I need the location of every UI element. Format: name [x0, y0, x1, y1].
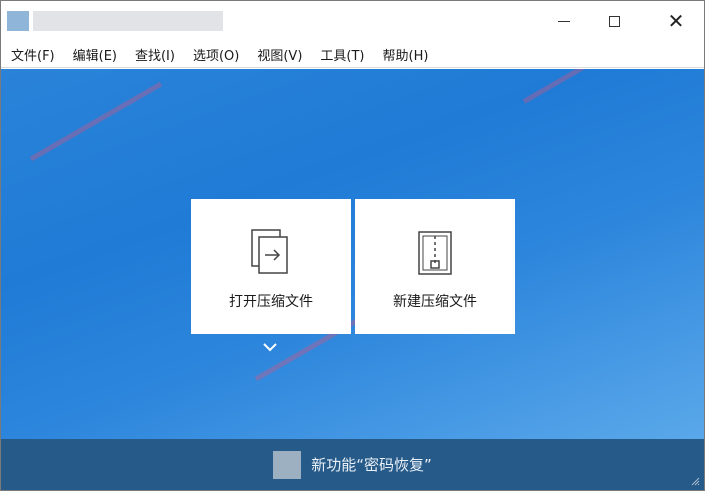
menu-help[interactable]: 帮助(H)	[383, 45, 429, 64]
window-title	[33, 11, 223, 31]
minimize-icon	[558, 20, 570, 22]
menu-edit[interactable]: 编辑(E)	[73, 45, 117, 64]
menu-find[interactable]: 查找(I)	[135, 45, 175, 64]
menu-options[interactable]: 选项(O)	[193, 45, 239, 64]
maximize-button[interactable]	[591, 1, 637, 41]
menu-bar: 文件(F) 编辑(E) 查找(I) 选项(O) 视图(V) 工具(T) 帮助(H…	[1, 41, 704, 68]
app-window: ✕ 文件(F) 编辑(E) 查找(I) 选项(O) 视图(V) 工具(T) 帮助…	[0, 0, 705, 491]
new-archive-button[interactable]: 新建压缩文件	[355, 199, 515, 334]
chevron-down-icon[interactable]	[262, 341, 278, 353]
app-icon	[7, 11, 29, 31]
resize-grip-icon[interactable]	[690, 476, 700, 486]
main-area: 打开压缩文件 新建压缩文件	[1, 69, 704, 439]
menu-tools[interactable]: 工具(T)	[320, 45, 364, 64]
title-bar[interactable]: ✕	[1, 1, 704, 41]
new-archive-label: 新建压缩文件	[393, 294, 477, 310]
watermark-decoration	[29, 81, 163, 162]
minimize-button[interactable]	[541, 1, 587, 41]
feature-thumbnail	[273, 450, 302, 479]
open-file-icon	[251, 229, 288, 274]
close-icon: ✕	[667, 9, 685, 33]
close-button[interactable]: ✕	[653, 1, 699, 41]
zip-archive-icon	[418, 231, 452, 275]
maximize-icon	[608, 15, 620, 27]
menu-file[interactable]: 文件(F)	[11, 45, 55, 64]
feature-promo-link[interactable]: 新功能“密码恢复”	[311, 454, 432, 475]
open-archive-label: 打开压缩文件	[229, 294, 313, 310]
watermark-decoration	[522, 69, 630, 104]
open-archive-button[interactable]: 打开压缩文件	[191, 199, 351, 334]
bottom-bar: 新功能“密码恢复”	[1, 439, 704, 490]
menu-view[interactable]: 视图(V)	[257, 45, 302, 64]
